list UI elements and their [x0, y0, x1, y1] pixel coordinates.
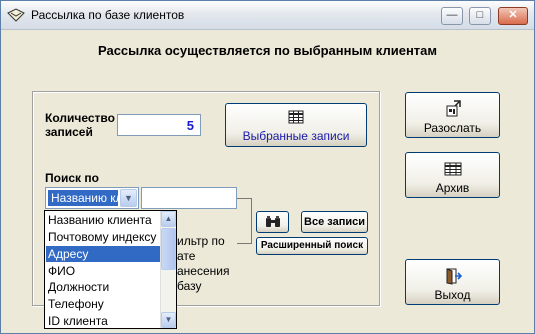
search-by-label: Поиск по	[45, 171, 99, 185]
scroll-down-icon[interactable]: ▼	[161, 312, 176, 328]
filter-info-text: ильтр по ате анесения базу	[177, 234, 229, 294]
maximize-icon[interactable]: □	[469, 7, 491, 25]
table-icon	[444, 162, 461, 176]
filter-line: базу	[177, 279, 202, 293]
exit-button[interactable]: Выход	[405, 259, 500, 305]
count-field[interactable]: 5	[117, 114, 201, 136]
send-button[interactable]: Разослать	[405, 92, 500, 138]
bracket-divider	[237, 198, 252, 244]
filter-line: ате	[177, 249, 196, 263]
table-icon	[288, 110, 304, 124]
title-bar[interactable]: Рассылка по базе клиентов — □ ✕	[1, 1, 534, 30]
dropdown-option[interactable]: Названию клиента	[46, 212, 162, 228]
close-icon[interactable]: ✕	[498, 7, 528, 25]
window-title: Рассылка по базе клиентов	[31, 8, 185, 22]
filter-line: ильтр по	[177, 234, 225, 248]
all-records-button[interactable]: Все записи	[301, 211, 368, 233]
selected-records-button[interactable]: Выбранные записи	[225, 103, 367, 147]
send-icon	[446, 100, 461, 117]
filter-line: анесения	[177, 264, 230, 278]
dropdown-option-selected[interactable]: Адресу	[46, 246, 162, 262]
scroll-thumb[interactable]	[161, 228, 176, 270]
archive-button[interactable]: Архив	[405, 152, 500, 198]
dropdown-option[interactable]: Должности	[46, 279, 162, 295]
page-title: Рассылка осуществляется по выбранным кли…	[97, 43, 438, 58]
find-button[interactable]	[256, 211, 289, 233]
chevron-down-icon[interactable]: ▼	[120, 189, 137, 207]
app-icon	[7, 8, 25, 22]
dropdown-option[interactable]: ФИО	[46, 263, 162, 279]
advanced-search-button[interactable]: Расширенный поиск	[256, 237, 368, 255]
search-field-value: Названию кл	[47, 189, 119, 207]
send-label: Разослать	[423, 121, 482, 135]
dropdown-option[interactable]: Почтовому индексу	[46, 229, 162, 245]
exit-label: Выход	[434, 288, 471, 302]
search-field-dropdown[interactable]: Названию клиента Почтовому индексу Адрес…	[44, 210, 177, 329]
count-label: Количество записей	[45, 111, 115, 139]
minimize-icon[interactable]: —	[441, 7, 463, 25]
dropdown-scrollbar[interactable]: ▲ ▼	[160, 211, 176, 328]
exit-door-icon	[446, 268, 462, 285]
main-window: Рассылка по базе клиентов — □ ✕ Рассылка…	[0, 0, 535, 334]
archive-label: Архив	[435, 181, 470, 195]
scroll-up-icon[interactable]: ▲	[161, 211, 176, 227]
dropdown-option[interactable]: ID клиента	[46, 313, 162, 328]
dropdown-option[interactable]: Телефону	[46, 296, 162, 312]
search-input[interactable]	[141, 187, 237, 209]
search-field-select[interactable]: Названию кл ▼	[45, 187, 139, 209]
selected-records-label: Выбранные записи	[242, 129, 350, 143]
binoculars-icon	[266, 216, 280, 227]
